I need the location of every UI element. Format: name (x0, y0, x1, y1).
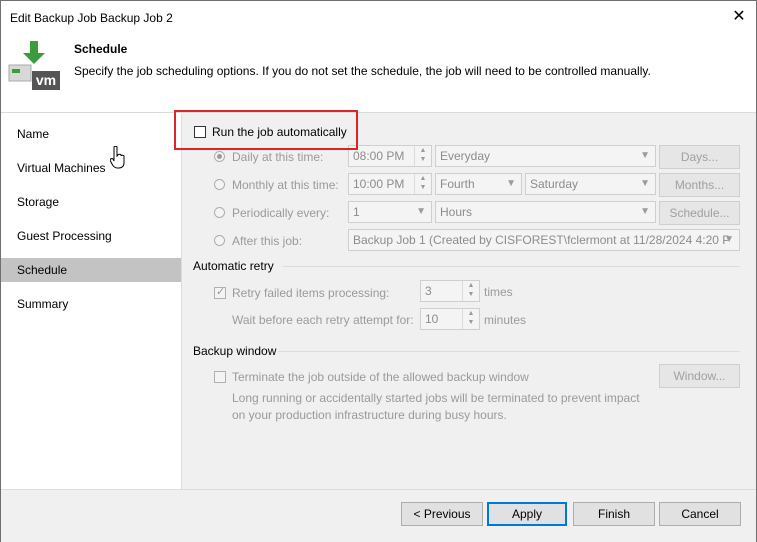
page-description: Specify the job scheduling options. If y… (74, 64, 651, 78)
chevron-down-icon: ▼ (506, 178, 516, 189)
sidebar-item-name[interactable]: Name (1, 122, 181, 146)
logo-text: vm (36, 72, 56, 88)
after-job-radio[interactable] (214, 235, 225, 246)
sidebar-item-storage[interactable]: Storage (1, 190, 181, 214)
veeam-vm-logo-icon: vm (8, 41, 60, 90)
sidebar-item-summary[interactable]: Summary (1, 292, 181, 316)
daily-time-input[interactable]: 08:00 PM ▲ ▼ (348, 145, 432, 167)
periodic-label: Periodically every: (232, 206, 330, 220)
daily-frequency-select[interactable]: Everyday ▼ (435, 145, 656, 167)
schedule-panel: Run the job automatically Daily at this … (182, 113, 756, 489)
terminate-label: Terminate the job outside of the allowed… (232, 370, 529, 384)
monthly-week-select[interactable]: Fourth ▼ (435, 173, 522, 195)
monthly-label: Monthly at this time: (232, 178, 339, 192)
automatic-retry-heading: Automatic retry (193, 259, 274, 273)
chevron-down-icon: ▼ (640, 150, 650, 161)
after-job-label: After this job: (232, 234, 303, 248)
sidebar-item-schedule[interactable]: Schedule (1, 258, 181, 282)
wait-label: Wait before each retry attempt for: (232, 313, 414, 327)
periodic-value-select[interactable]: 1 ▼ (348, 201, 432, 223)
days-button[interactable]: Days... (659, 145, 740, 169)
terminate-note-line1: Long running or accidentally started job… (232, 391, 640, 405)
highlight-box (174, 110, 358, 150)
schedule-button[interactable]: Schedule... (659, 201, 740, 225)
sidebar-item-virtual-machines[interactable]: Virtual Machines (1, 156, 181, 180)
chevron-down-icon: ▼ (416, 206, 426, 217)
retry-count-input[interactable]: 3 ▲ ▼ (420, 280, 480, 302)
time-spinner-icon: ▲ ▼ (414, 146, 431, 166)
previous-button[interactable]: < Previous (401, 502, 483, 526)
wait-minutes-input[interactable]: 10 ▲ ▼ (420, 308, 480, 330)
retry-checkbox[interactable]: ✓ (214, 286, 226, 299)
dialog-window: Edit Backup Job Backup Job 2 ✕ vm Schedu… (0, 0, 757, 542)
cancel-button[interactable]: Cancel (659, 502, 741, 526)
backup-window-heading: Backup window (193, 344, 277, 358)
terminate-note-line2: on your production infrastructure during… (232, 408, 507, 422)
wizard-footer: < Previous Apply Finish Cancel (1, 489, 756, 542)
monthly-time-input[interactable]: 10:00 PM ▲ ▼ (348, 173, 432, 195)
monthly-day-select[interactable]: Saturday ▼ (525, 173, 656, 195)
daily-label: Daily at this time: (232, 150, 324, 164)
window-title: Edit Backup Job Backup Job 2 (10, 11, 173, 25)
periodic-radio[interactable] (214, 207, 225, 218)
times-label: times (484, 285, 513, 299)
spinner-icon: ▲ ▼ (462, 309, 479, 329)
wizard-steps-sidebar: Name Virtual Machines Storage Guest Proc… (1, 113, 182, 489)
chevron-down-icon: ▼ (640, 206, 650, 217)
after-job-select[interactable]: Backup Job 1 (Created by CISFOREST\fcler… (348, 229, 740, 251)
chevron-down-icon: ▼ (724, 234, 734, 245)
divider (283, 266, 740, 267)
window-button[interactable]: Window... (659, 364, 740, 388)
close-icon[interactable]: ✕ (727, 7, 751, 27)
chevron-down-icon: ▼ (640, 178, 650, 189)
hand-cursor-icon (110, 146, 125, 169)
spinner-icon: ▲ ▼ (462, 281, 479, 301)
title-bar: Edit Backup Job Backup Job 2 ✕ (1, 1, 756, 31)
months-button[interactable]: Months... (659, 173, 740, 197)
periodic-unit-select[interactable]: Hours ▼ (435, 201, 656, 223)
retry-label: Retry failed items processing: (232, 286, 390, 300)
monthly-radio[interactable] (214, 179, 225, 190)
sidebar-item-guest-processing[interactable]: Guest Processing (1, 224, 181, 248)
checkmark-icon: ✓ (216, 286, 226, 298)
daily-radio[interactable] (214, 151, 225, 162)
minutes-label: minutes (484, 313, 527, 327)
terminate-checkbox[interactable] (214, 371, 226, 383)
page-title: Schedule (74, 42, 128, 56)
time-spinner-icon: ▲ ▼ (414, 174, 431, 194)
apply-button[interactable]: Apply (487, 502, 567, 526)
wizard-header: vm Schedule Specify the job scheduling o… (1, 31, 756, 113)
finish-button[interactable]: Finish (573, 502, 655, 526)
divider (278, 351, 740, 352)
